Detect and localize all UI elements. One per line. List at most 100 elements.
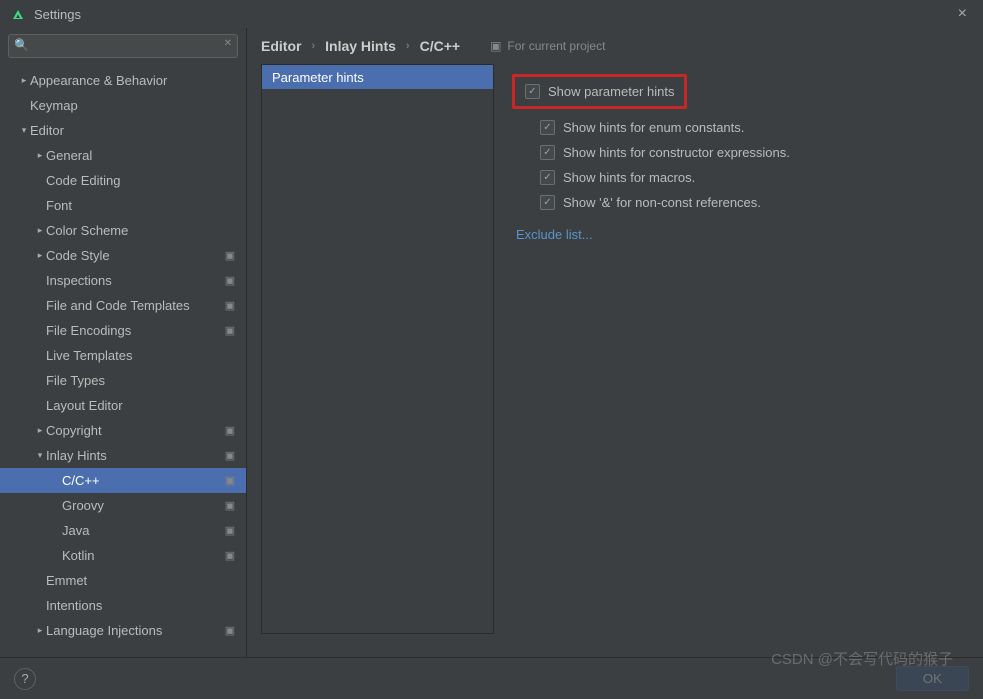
sidebar-item-code-editing[interactable]: Code Editing xyxy=(0,168,246,193)
options-panel: Show parameter hints Show hints for enum… xyxy=(494,64,969,657)
sidebar-item-c-c-[interactable]: C/C++▣ xyxy=(0,468,246,493)
chevron-down-icon: ▾ xyxy=(18,125,30,136)
checkbox[interactable] xyxy=(540,120,555,135)
sidebar-item-file-and-code-templates[interactable]: File and Code Templates▣ xyxy=(0,293,246,318)
project-scope-icon: ▣ xyxy=(222,524,238,537)
chevron-right-icon: ▸ xyxy=(34,425,46,436)
option-label: Show hints for macros. xyxy=(563,170,695,185)
settings-tree[interactable]: ▸Appearance & BehaviorKeymap▾Editor▸Gene… xyxy=(0,64,246,657)
chevron-right-icon: › xyxy=(311,40,315,52)
sidebar-item-general[interactable]: ▸General xyxy=(0,143,246,168)
project-scope-icon: ▣ xyxy=(222,324,238,337)
chevron-right-icon: ▸ xyxy=(34,225,46,236)
highlighted-option: Show parameter hints xyxy=(512,74,687,109)
option-row: Show '&' for non-const references. xyxy=(512,190,951,215)
clear-search-icon[interactable]: ✕ xyxy=(224,38,232,49)
sidebar-item-language-injections[interactable]: ▸Language Injections▣ xyxy=(0,618,246,643)
chevron-right-icon: › xyxy=(406,40,410,52)
project-scope-icon: ▣ xyxy=(222,274,238,287)
breadcrumb: Editor › Inlay Hints › C/C++ ▣ For curre… xyxy=(261,38,969,64)
sidebar-item-intentions[interactable]: Intentions xyxy=(0,593,246,618)
sidebar-item-font[interactable]: Font xyxy=(0,193,246,218)
checkbox[interactable] xyxy=(540,195,555,210)
sidebar-item-label: Inlay Hints xyxy=(46,448,222,463)
chevron-right-icon: ▸ xyxy=(34,625,46,636)
sidebar-item-file-encodings[interactable]: File Encodings▣ xyxy=(0,318,246,343)
search-input[interactable] xyxy=(8,34,238,58)
sidebar-item-label: Appearance & Behavior xyxy=(30,73,238,88)
sidebar-item-inlay-hints[interactable]: ▾Inlay Hints▣ xyxy=(0,443,246,468)
sidebar-item-label: Groovy xyxy=(62,498,222,513)
sidebar-item-label: Inspections xyxy=(46,273,222,288)
option-label: Show hints for enum constants. xyxy=(563,120,744,135)
window-title: Settings xyxy=(34,7,81,22)
option-row: Show hints for constructor expressions. xyxy=(512,140,951,165)
project-scope-icon: ▣ xyxy=(490,39,501,53)
sidebar-item-label: General xyxy=(46,148,238,163)
option-label: Show parameter hints xyxy=(548,84,674,99)
project-scope-icon: ▣ xyxy=(222,249,238,262)
sidebar-item-label: Font xyxy=(46,198,238,213)
sidebar-item-layout-editor[interactable]: Layout Editor xyxy=(0,393,246,418)
sidebar-item-label: Intentions xyxy=(46,598,238,613)
sidebar-item-label: Color Scheme xyxy=(46,223,238,238)
sidebar-item-label: Code Style xyxy=(46,248,222,263)
sidebar-item-kotlin[interactable]: Kotlin▣ xyxy=(0,543,246,568)
sidebar-item-inspections[interactable]: Inspections▣ xyxy=(0,268,246,293)
hints-list[interactable]: Parameter hints xyxy=(261,64,494,634)
sidebar-item-live-templates[interactable]: Live Templates xyxy=(0,343,246,368)
chevron-right-icon: ▸ xyxy=(34,150,46,161)
sidebar-item-appearance-behavior[interactable]: ▸Appearance & Behavior xyxy=(0,68,246,93)
sidebar-item-label: Emmet xyxy=(46,573,238,588)
sidebar-item-code-style[interactable]: ▸Code Style▣ xyxy=(0,243,246,268)
list-item-label: Parameter hints xyxy=(272,70,364,85)
project-scope-icon: ▣ xyxy=(222,449,238,462)
project-scope-icon: ▣ xyxy=(222,624,238,637)
sidebar-item-label: Code Editing xyxy=(46,173,238,188)
sidebar-item-label: File Encodings xyxy=(46,323,222,338)
chevron-right-icon: ▸ xyxy=(18,75,30,86)
android-studio-icon xyxy=(10,6,26,22)
breadcrumb-part: C/C++ xyxy=(420,38,460,54)
chevron-down-icon: ▾ xyxy=(34,450,46,461)
help-button[interactable]: ? xyxy=(14,668,36,690)
project-scope-icon: ▣ xyxy=(222,499,238,512)
option-row: Show hints for macros. xyxy=(512,165,951,190)
option-row: Show hints for enum constants. xyxy=(512,115,951,140)
sidebar-item-label: Keymap xyxy=(30,98,238,113)
project-scope-icon: ▣ xyxy=(222,474,238,487)
sidebar-item-label: Copyright xyxy=(46,423,222,438)
sidebar-item-emmet[interactable]: Emmet xyxy=(0,568,246,593)
sidebar-item-editor[interactable]: ▾Editor xyxy=(0,118,246,143)
checkbox[interactable] xyxy=(525,84,540,99)
option-label: Show '&' for non-const references. xyxy=(563,195,761,210)
settings-sidebar: 🔍 ✕ ▸Appearance & BehaviorKeymap▾Editor▸… xyxy=(0,28,247,657)
sidebar-item-label: Language Injections xyxy=(46,623,222,638)
checkbox[interactable] xyxy=(540,145,555,160)
project-scope-icon: ▣ xyxy=(222,424,238,437)
list-item[interactable]: Parameter hints xyxy=(262,65,493,89)
sidebar-item-label: C/C++ xyxy=(62,473,222,488)
sidebar-item-label: Editor xyxy=(30,123,238,138)
breadcrumb-part: Inlay Hints xyxy=(325,38,396,54)
search-icon: 🔍 xyxy=(14,38,29,52)
project-scope-icon: ▣ xyxy=(222,299,238,312)
sidebar-item-file-types[interactable]: File Types xyxy=(0,368,246,393)
sidebar-item-label: File and Code Templates xyxy=(46,298,222,313)
sidebar-item-label: Java xyxy=(62,523,222,538)
option-label: Show hints for constructor expressions. xyxy=(563,145,790,160)
sidebar-item-label: Kotlin xyxy=(62,548,222,563)
close-icon[interactable]: × xyxy=(952,5,973,23)
sidebar-item-groovy[interactable]: Groovy▣ xyxy=(0,493,246,518)
sidebar-item-copyright[interactable]: ▸Copyright▣ xyxy=(0,418,246,443)
sidebar-item-color-scheme[interactable]: ▸Color Scheme xyxy=(0,218,246,243)
project-scope-icon: ▣ xyxy=(222,549,238,562)
chevron-right-icon: ▸ xyxy=(34,250,46,261)
sidebar-item-label: Layout Editor xyxy=(46,398,238,413)
sidebar-item-keymap[interactable]: Keymap xyxy=(0,93,246,118)
exclude-list-link[interactable]: Exclude list... xyxy=(512,215,593,242)
sidebar-item-java[interactable]: Java▣ xyxy=(0,518,246,543)
sidebar-item-label: File Types xyxy=(46,373,238,388)
ok-button[interactable]: OK xyxy=(896,666,969,691)
checkbox[interactable] xyxy=(540,170,555,185)
